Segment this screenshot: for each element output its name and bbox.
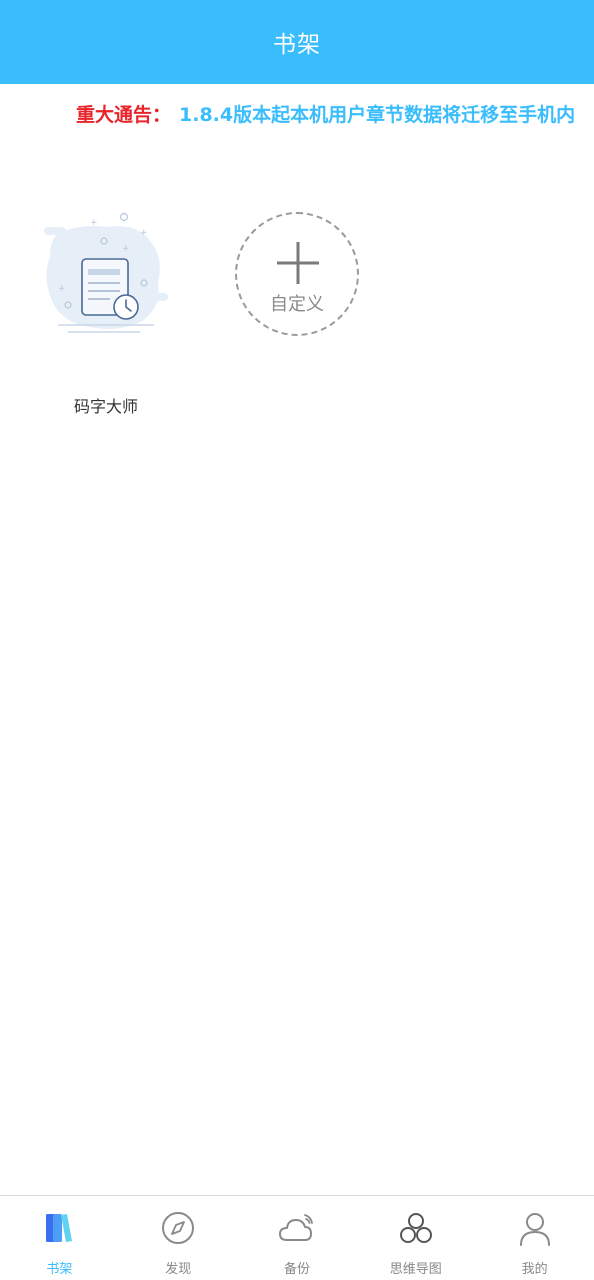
tab-label: 思维导图 xyxy=(389,1262,442,1277)
tab-label: 书架 xyxy=(46,1262,73,1277)
tab-bookshelf[interactable]: 书架 xyxy=(0,1196,119,1280)
mindmap-icon xyxy=(399,1213,432,1243)
book-item[interactable]: + + + + 码字大师 xyxy=(38,205,174,420)
plus-icon xyxy=(277,242,319,284)
svg-text:+: + xyxy=(140,228,148,238)
notice-marquee[interactable]: 重大通告： 1.8.4版本起本机用户章节数据将迁移至手机内 xyxy=(0,96,594,132)
app-header: 书架 xyxy=(0,0,594,84)
bookshelf-icon xyxy=(46,1214,73,1242)
notice-label: 重大通告： xyxy=(76,104,172,126)
tab-mine[interactable]: 我的 xyxy=(475,1196,594,1280)
user-icon xyxy=(519,1213,550,1246)
svg-text:+: + xyxy=(58,284,66,294)
document-clock-icon: + + + + xyxy=(44,212,168,333)
tab-label: 备份 xyxy=(283,1262,310,1277)
tab-backup[interactable]: 备份 xyxy=(238,1196,357,1280)
svg-text:+: + xyxy=(90,218,98,228)
tab-label: 我的 xyxy=(521,1262,548,1277)
tab-mindmap[interactable]: 思维导图 xyxy=(356,1196,475,1280)
notice-text: 1.8.4版本起本机用户章节数据将迁移至手机内 xyxy=(179,104,576,126)
tab-discover[interactable]: 发现 xyxy=(119,1196,238,1280)
svg-text:+: + xyxy=(122,244,130,254)
add-custom-book-button[interactable]: 自定义 xyxy=(235,212,359,336)
add-custom-label: 自定义 xyxy=(270,294,324,315)
tab-label: 发现 xyxy=(165,1262,192,1277)
book-title: 码字大师 xyxy=(73,397,138,416)
cloud-icon xyxy=(278,1214,313,1241)
bottom-tab-bar: 书架 发现 备份 思维导图 我的 xyxy=(0,1195,594,1280)
page-title: 书架 xyxy=(273,32,321,58)
compass-icon xyxy=(162,1212,195,1244)
